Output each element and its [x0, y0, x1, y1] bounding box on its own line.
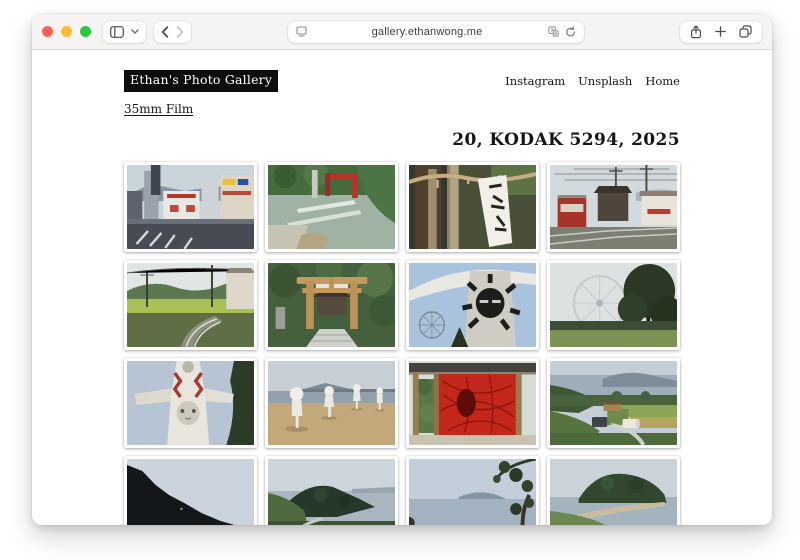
page-header: Ethan's Photo Gallery Instagram Unsplash… [124, 70, 680, 92]
photo-grid [124, 162, 680, 526]
nav-link-instagram[interactable]: Instagram [505, 74, 565, 88]
photo-beach-statues[interactable] [265, 358, 398, 448]
photo-sea-through-branches[interactable] [406, 456, 539, 526]
chevron-down-icon[interactable] [131, 29, 139, 34]
address-bar[interactable]: gallery.ethanwong.me [288, 21, 584, 43]
translate-icon[interactable] [548, 26, 559, 37]
photo-dark-hillside[interactable] [124, 456, 257, 526]
forward-icon[interactable] [176, 26, 184, 38]
browser-toolbar: gallery.ethanwong.me [32, 14, 772, 50]
photo-river-weir-image [268, 165, 395, 249]
photo-sun-tower-back-image [409, 263, 536, 347]
toolbar-right-group [680, 21, 762, 43]
photo-city-intersection[interactable] [124, 162, 257, 252]
photo-park-ferris-wheel-image [550, 263, 677, 347]
photo-red-yarn-installation-image [409, 361, 536, 445]
gallery-title: 20, KODAK 5294, 2025 [124, 130, 680, 150]
photo-shrine-post[interactable] [406, 162, 539, 252]
photo-rails-field-image [127, 263, 254, 347]
new-tab-icon[interactable] [715, 26, 726, 37]
photo-city-intersection-image [127, 165, 254, 249]
photo-dark-hillside-image [127, 459, 254, 526]
minimize-button[interactable] [61, 26, 72, 37]
nav-button-group [154, 21, 191, 43]
photo-rails-field[interactable] [124, 260, 257, 350]
safari-window: gallery.ethanwong.me Ethan's Photo Galle… [32, 14, 772, 525]
share-icon[interactable] [690, 25, 702, 39]
site-settings-icon[interactable] [296, 26, 307, 37]
url-text[interactable]: gallery.ethanwong.me [313, 26, 542, 38]
sidebar-button-group [103, 21, 146, 43]
photo-curved-bay-image [550, 459, 677, 526]
sidebar-icon[interactable] [110, 26, 124, 38]
photo-park-ferris-wheel[interactable] [547, 260, 680, 350]
zoom-button[interactable] [80, 26, 91, 37]
reload-icon[interactable] [565, 26, 576, 38]
nav-link-home[interactable]: Home [645, 74, 680, 88]
film-roll-link[interactable]: 35mm Film [124, 102, 193, 116]
photo-green-headland[interactable] [265, 456, 398, 526]
photo-river-weir[interactable] [265, 162, 398, 252]
photo-coastal-farm-image [550, 361, 677, 445]
tab-overview-icon[interactable] [739, 25, 752, 38]
photo-red-yarn-installation[interactable] [406, 358, 539, 448]
photo-green-headland-image [268, 459, 395, 526]
nav-link-unsplash[interactable]: Unsplash [578, 74, 632, 88]
photo-shrine-post-image [409, 165, 536, 249]
gallery-page: Ethan's Photo Gallery Instagram Unsplash… [32, 50, 772, 525]
photo-sun-tower-back[interactable] [406, 260, 539, 350]
back-icon[interactable] [161, 26, 169, 38]
photo-sea-through-branches-image [409, 459, 536, 526]
top-nav: Instagram Unsplash Home [505, 74, 680, 88]
photo-beach-statues-image [268, 361, 395, 445]
photo-sun-tower-front[interactable] [124, 358, 257, 448]
photo-torii-gate-image [268, 263, 395, 347]
photo-sun-tower-front-image [127, 361, 254, 445]
photo-coastal-farm[interactable] [547, 358, 680, 448]
window-controls [42, 26, 91, 37]
photo-red-train-station-image [550, 165, 677, 249]
photo-curved-bay[interactable] [547, 456, 680, 526]
site-title: Ethan's Photo Gallery [124, 70, 278, 92]
close-button[interactable] [42, 26, 53, 37]
photo-red-train-station[interactable] [547, 162, 680, 252]
photo-torii-gate[interactable] [265, 260, 398, 350]
